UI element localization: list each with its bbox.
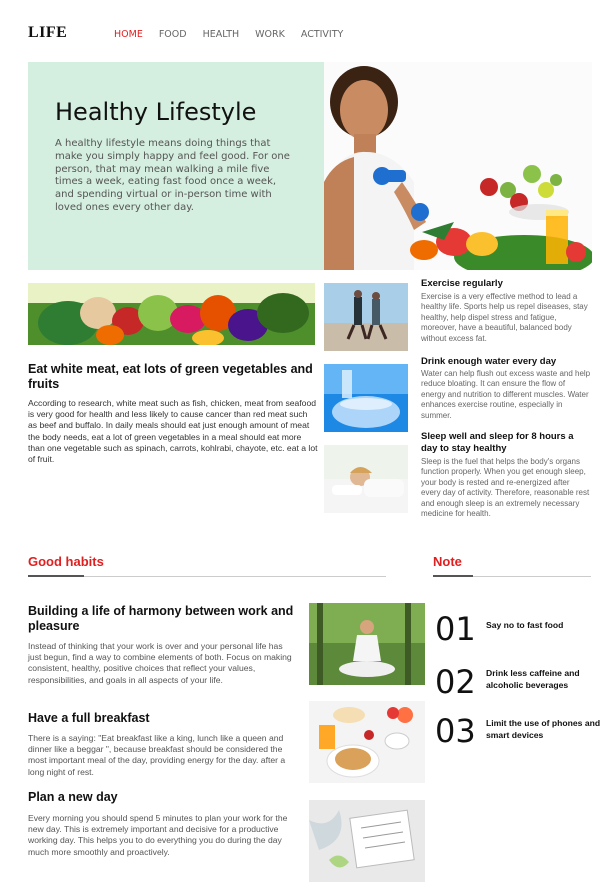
note-divider-accent — [433, 575, 473, 577]
habit-title-plan-day[interactable]: Plan a new day — [28, 790, 298, 805]
note-heading: Note — [433, 554, 462, 569]
hero-section: Healthy Lifestyle A healthy lifestyle me… — [28, 62, 592, 270]
side-article-body-exercise: Exercise is a very effective method to l… — [421, 292, 588, 343]
side-article-body-water: Water can help flush out excess waste an… — [421, 369, 591, 420]
meditation-image — [309, 603, 425, 685]
hero-title: Healthy Lifestyle — [55, 98, 257, 126]
running-image — [324, 283, 408, 351]
habit-body-plan-day: Every morning you should spend 5 minutes… — [28, 813, 288, 857]
nav-item-work[interactable]: WORK — [255, 29, 285, 40]
note-number-3: 03 — [435, 712, 476, 750]
side-article-title-water[interactable]: Drink enough water every day — [421, 356, 591, 368]
note-number-2: 02 — [435, 663, 476, 701]
habit-body-work-balance: Instead of thinking that your work is ov… — [28, 641, 292, 685]
side-article-title-exercise[interactable]: Exercise regularly — [421, 278, 591, 290]
note-text-3: Limit the use of phones and smart device… — [486, 718, 601, 740]
note-number-1: 01 — [435, 610, 476, 648]
note-text-1: Say no to fast food — [486, 620, 564, 630]
hero-description: A healthy lifestyle means doing things t… — [55, 138, 290, 213]
nav-item-activity[interactable]: ACTIVITY — [301, 29, 343, 40]
nav-item-health[interactable]: HEALTH — [203, 29, 240, 40]
main-article-body: According to research, white meat such a… — [28, 398, 318, 465]
habit-title-breakfast[interactable]: Have a full breakfast — [28, 711, 298, 726]
good-habits-heading: Good habits — [28, 554, 104, 569]
site-logo[interactable]: LIFE — [28, 24, 67, 42]
side-article-body-sleep: Sleep is the fuel that helps the body's … — [421, 457, 590, 519]
water-glass-image — [324, 364, 408, 432]
habit-body-breakfast: There is a saying: "Eat breakfast like a… — [28, 733, 286, 777]
site-header: LIFE HOME FOOD HEALTH WORK ACTIVITY — [0, 0, 614, 60]
good-habits-divider-accent — [28, 575, 84, 577]
main-nav: HOME FOOD HEALTH WORK ACTIVITY — [114, 29, 359, 40]
hero-text-panel: Healthy Lifestyle A healthy lifestyle me… — [28, 62, 324, 270]
nav-item-food[interactable]: FOOD — [159, 29, 187, 40]
sleeping-woman-image — [324, 445, 408, 513]
habit-title-work-balance[interactable]: Building a life of harmony between work … — [28, 604, 298, 634]
nav-item-home[interactable]: HOME — [114, 29, 143, 40]
vegetables-banner-image — [28, 283, 315, 345]
main-article-title[interactable]: Eat white meat, eat lots of green vegeta… — [28, 362, 318, 392]
note-text-2: Drink less caffeine and alcoholic bevera… — [486, 668, 580, 690]
planner-notebook-image — [309, 800, 425, 882]
breakfast-image — [309, 701, 425, 783]
hero-image-woman-dumbbell-fruits — [324, 62, 592, 270]
side-article-title-sleep[interactable]: Sleep well and sleep for 8 hours a day t… — [421, 431, 591, 454]
